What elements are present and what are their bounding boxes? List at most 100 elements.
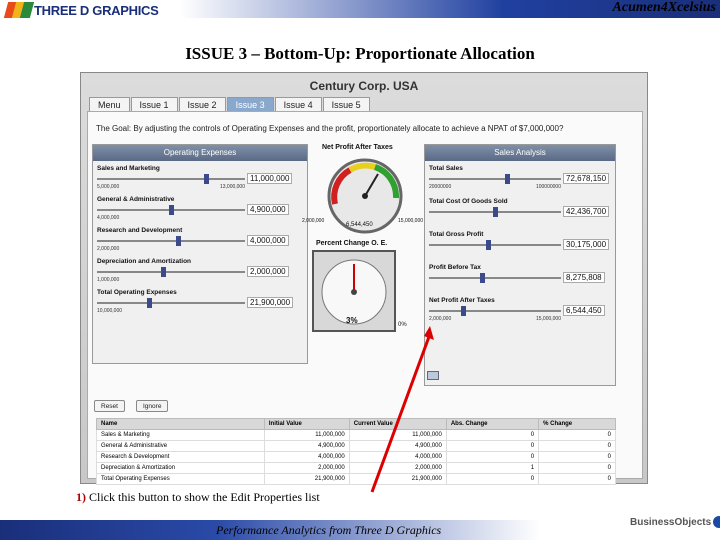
sales-range: 20000000 100000000 xyxy=(429,184,561,190)
reset-button[interactable]: Reset xyxy=(94,400,125,412)
slider-thumb[interactable] xyxy=(175,236,181,246)
table-cell: 2,000,000 xyxy=(263,462,350,474)
tab-issue-2[interactable]: Issue 2 xyxy=(178,97,226,111)
sales-row: Total Cost Of Goods Sold 42,436,700 xyxy=(429,198,610,217)
sales-slider[interactable] xyxy=(429,174,561,184)
sales-label: Net Profit After Taxes xyxy=(429,297,495,304)
app-title: Century Corp. USA xyxy=(309,79,419,93)
opex-row: Depreciation and Amortization 1,000,000 2,… xyxy=(97,258,289,283)
step-number: 1) xyxy=(76,490,86,504)
opex-range: 5,000,000 13,000,000 xyxy=(97,184,245,190)
slider-thumb[interactable] xyxy=(479,273,485,283)
goal-text: The Goal: By adjusting the controls of O… xyxy=(96,124,564,133)
sales-slider[interactable] xyxy=(429,240,561,250)
slider-thumb[interactable] xyxy=(147,298,153,308)
range-max: 100000000 xyxy=(535,184,561,190)
table-header: Abs. Change xyxy=(445,418,540,430)
table-cell: Total Operating Expenses xyxy=(96,473,265,485)
slider-thumb[interactable] xyxy=(168,205,174,215)
table-header: Initial Value xyxy=(263,418,350,430)
range-max: 13,000,000 xyxy=(219,184,245,190)
table-cell: 0 xyxy=(445,451,540,463)
opex-label: Depreciation and Amortization xyxy=(97,258,192,265)
table-row: General & Administrative 4,900,000 4,900,0… xyxy=(96,440,616,452)
npat-gauge-min: 2,000,000 xyxy=(302,218,325,224)
slider-thumb[interactable] xyxy=(505,174,511,184)
opex-slider[interactable] xyxy=(97,267,245,277)
table-row: Total Operating Expenses 21,900,000 21,900… xyxy=(96,473,616,485)
sales-label: Total Gross Profit xyxy=(429,231,484,238)
sales-label: Total Sales xyxy=(429,165,463,172)
npat-gauge-value: 6,544,450 xyxy=(346,222,373,228)
tab-menu[interactable]: Menu xyxy=(89,97,130,111)
opex-slider[interactable] xyxy=(97,298,245,308)
sales-value: 72,678,150 xyxy=(563,173,610,184)
sales-slider[interactable] xyxy=(429,207,561,217)
opex-slider[interactable] xyxy=(97,174,245,184)
tab-issue-4[interactable]: Issue 4 xyxy=(274,97,322,111)
slider-thumb[interactable] xyxy=(204,174,210,184)
table-header: % Change xyxy=(538,418,616,430)
table-cell: 0 xyxy=(538,451,616,463)
percent-change-title: Percent Change O. E. xyxy=(316,240,388,247)
slider-thumb[interactable] xyxy=(161,267,167,277)
sales-value: 30,175,000 xyxy=(563,239,610,250)
sales-row: Net Profit After Taxes 2,000,000 15,000,00… xyxy=(429,297,605,322)
step-text: Click this button to show the Edit Prope… xyxy=(89,490,320,504)
table-cell: Research & Development xyxy=(96,451,265,463)
opex-label: Sales and Marketing xyxy=(97,165,160,172)
three-d-graphics-logo: THREE D GRAPHICS xyxy=(3,2,164,18)
table-cell: General & Administrative xyxy=(96,440,265,452)
slider-track xyxy=(97,178,245,180)
npat-gauge-max: 15,000,000 xyxy=(398,218,424,224)
sales-slider[interactable] xyxy=(429,306,561,316)
opex-label: General & Administrative xyxy=(97,196,175,203)
table-cell: 0 xyxy=(445,429,540,441)
slide-title: ISSUE 3 – Bottom-Up: Proportionate Alloc… xyxy=(185,44,535,63)
table-cell: 11,000,000 xyxy=(263,429,350,441)
percent-change-value: 3% xyxy=(346,316,358,325)
product-title: Acumen4Xcelsius xyxy=(612,0,716,15)
table-row: Research & Development 4,000,000 4,000,000… xyxy=(96,451,616,463)
opex-value: 11,000,000 xyxy=(247,173,293,184)
logo-text: THREE D GRAPHICS xyxy=(34,2,159,18)
tab-issue-3[interactable]: Issue 3 xyxy=(226,97,274,111)
logo-mark-icon xyxy=(3,2,35,18)
opex-row: Research and Development 2,000,000 4,000,0… xyxy=(97,227,289,252)
range-min: 4,000,000 xyxy=(97,215,120,221)
tab-bar: Menu Issue 1 Issue 2 Issue 3 Issue 4 Iss… xyxy=(89,97,371,111)
slider-thumb[interactable] xyxy=(492,207,498,217)
opex-label: Total Operating Expenses xyxy=(97,289,177,296)
tab-issue-5[interactable]: Issue 5 xyxy=(322,97,370,111)
business-objects-logo: BusinessObjects xyxy=(630,516,720,528)
slider-thumb[interactable] xyxy=(460,306,466,316)
table-cell: 0 xyxy=(445,440,540,452)
table-row: Depreciation & Amortization 2,000,000 2,00… xyxy=(96,462,616,474)
opex-slider[interactable] xyxy=(97,205,245,215)
table-cell: 0 xyxy=(538,440,616,452)
table-cell: Depreciation & Amortization xyxy=(96,462,265,474)
table-cell: 4,000,000 xyxy=(263,451,350,463)
tab-issue-1[interactable]: Issue 1 xyxy=(130,97,178,111)
operating-expenses-title: Operating Expenses xyxy=(93,145,307,161)
range-min: 5,000,000 xyxy=(97,184,120,190)
slider-thumb[interactable] xyxy=(486,240,492,250)
sales-label: Profit Before Tax xyxy=(429,264,481,271)
opex-row: Total Operating Expenses 10,000,000 21,900… xyxy=(97,289,294,314)
table-cell: 1 xyxy=(445,462,540,474)
sales-value: 8,275,808 xyxy=(563,272,605,283)
opex-range: 1,000,000 xyxy=(97,277,245,283)
opex-value: 21,900,000 xyxy=(247,297,294,308)
sales-value: 6,544,450 xyxy=(563,305,605,316)
table-cell: 21,900,000 xyxy=(263,473,350,485)
table-cell: 0 xyxy=(445,473,540,485)
opex-slider[interactable] xyxy=(97,236,245,246)
range-min: 1,000,000 xyxy=(97,277,120,283)
table-cell: 0 xyxy=(538,462,616,474)
partner-name: BusinessObjects xyxy=(630,516,712,528)
sales-slider[interactable] xyxy=(429,273,561,283)
opex-label: Research and Development xyxy=(97,227,183,234)
ignore-button[interactable]: Ignore xyxy=(136,400,169,412)
range-min: 2,000,000 xyxy=(97,246,120,252)
bo-circle-icon xyxy=(713,516,720,528)
